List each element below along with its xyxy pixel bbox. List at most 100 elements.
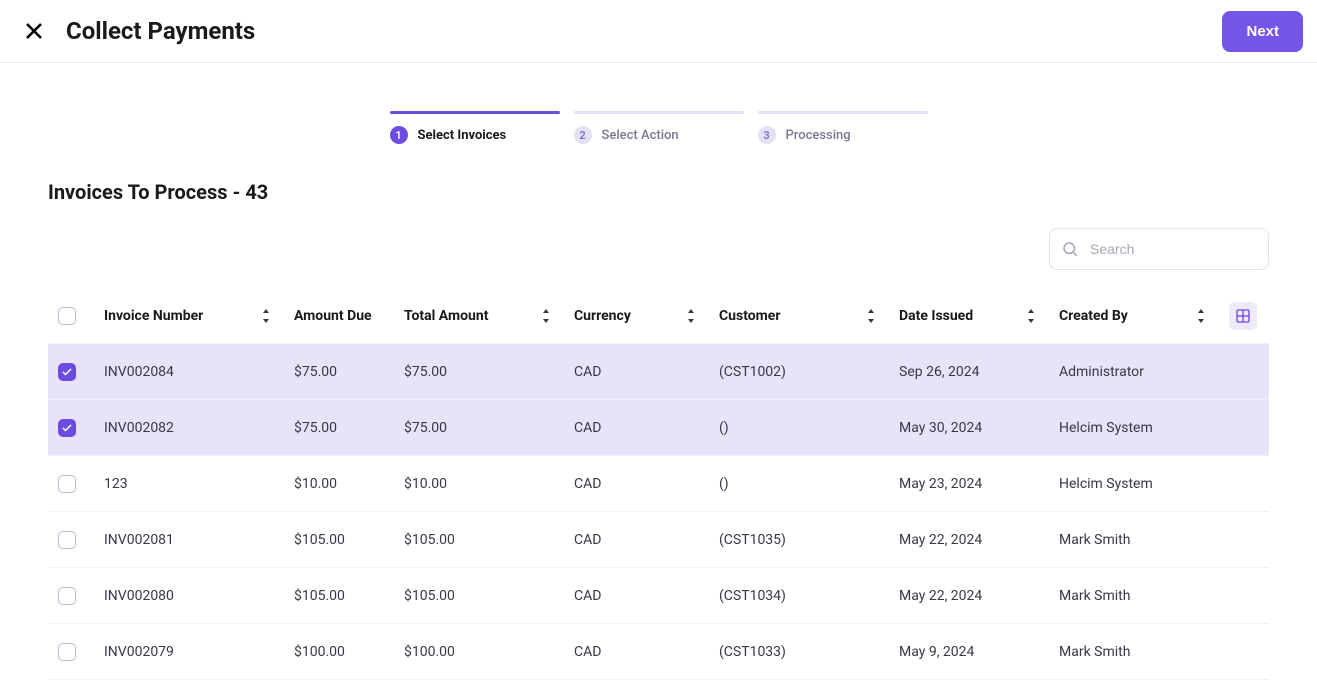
cell-date-issued: May 30, 2024 <box>899 420 1059 436</box>
table-row[interactable]: 123$10.00$10.00CAD()May 23, 2024Helcim S… <box>48 456 1269 512</box>
row-checkbox[interactable] <box>58 419 76 437</box>
cell-amount-due: $10.00 <box>294 476 404 492</box>
row-checkbox[interactable] <box>58 475 76 493</box>
select-all-cell <box>54 307 104 325</box>
page-title: Collect Payments <box>66 17 255 45</box>
step-number: 2 <box>574 126 592 144</box>
step-number: 1 <box>390 126 408 144</box>
checkbox-cell <box>54 531 104 549</box>
step-number: 3 <box>758 126 776 144</box>
stepper: 1 Select Invoices 2 Select Action 3 Proc… <box>0 111 1317 144</box>
cell-amount-due: $105.00 <box>294 588 404 604</box>
step-body: 2 Select Action <box>574 126 744 144</box>
next-button[interactable]: Next <box>1222 11 1303 52</box>
grid-icon <box>1235 308 1251 324</box>
cell-currency: CAD <box>574 476 719 492</box>
col-invoice-number[interactable]: Invoice Number <box>104 308 294 324</box>
step-bar <box>574 111 744 114</box>
cell-invoice-number: INV002079 <box>104 644 294 660</box>
col-currency[interactable]: Currency <box>574 308 719 324</box>
cell-date-issued: May 9, 2024 <box>899 644 1059 660</box>
cell-customer: (CST1033) <box>719 644 899 660</box>
cell-invoice-number: 123 <box>104 476 294 492</box>
cell-invoice-number: INV002084 <box>104 364 294 380</box>
col-date-issued[interactable]: Date Issued <box>899 308 1059 324</box>
table-row[interactable]: INV002079$100.00$100.00CAD(CST1033)May 9… <box>48 624 1269 680</box>
sort-icon <box>260 309 272 323</box>
col-total-amount[interactable]: Total Amount <box>404 308 574 324</box>
table-row[interactable]: INV002080$105.00$105.00CAD(CST1034)May 2… <box>48 568 1269 624</box>
close-icon <box>25 22 43 40</box>
cell-currency: CAD <box>574 364 719 380</box>
cell-amount-due: $105.00 <box>294 532 404 548</box>
step-label: Processing <box>786 128 851 143</box>
step-processing[interactable]: 3 Processing <box>758 111 928 144</box>
check-icon <box>61 422 73 434</box>
header: Collect Payments Next <box>0 0 1317 63</box>
column-settings-button[interactable] <box>1229 302 1257 330</box>
cell-customer: () <box>719 420 899 436</box>
cell-total-amount: $75.00 <box>404 420 574 436</box>
row-checkbox[interactable] <box>58 531 76 549</box>
table-row[interactable]: INV002082$75.00$75.00CAD()May 30, 2024He… <box>48 400 1269 456</box>
row-checkbox[interactable] <box>58 363 76 381</box>
checkbox-cell <box>54 363 104 381</box>
step-label: Select Action <box>602 128 679 143</box>
col-customer[interactable]: Customer <box>719 308 899 324</box>
cell-amount-due: $100.00 <box>294 644 404 660</box>
check-icon <box>61 366 73 378</box>
cell-total-amount: $10.00 <box>404 476 574 492</box>
step-bar <box>758 111 928 114</box>
col-label: Amount Due <box>294 308 372 324</box>
cell-currency: CAD <box>574 420 719 436</box>
checkbox-cell <box>54 419 104 437</box>
cell-date-issued: May 23, 2024 <box>899 476 1059 492</box>
table-row[interactable]: INV002081$105.00$105.00CAD(CST1035)May 2… <box>48 512 1269 568</box>
col-label: Invoice Number <box>104 308 203 324</box>
cell-currency: CAD <box>574 644 719 660</box>
sort-icon <box>1025 309 1037 323</box>
step-label: Select Invoices <box>418 128 507 143</box>
sort-icon <box>685 309 697 323</box>
invoice-table: Invoice Number Amount Due Total Amount C… <box>48 288 1269 680</box>
cell-total-amount: $105.00 <box>404 532 574 548</box>
header-left: Collect Payments <box>22 17 255 45</box>
step-select-action[interactable]: 2 Select Action <box>574 111 744 144</box>
close-button[interactable] <box>22 19 46 43</box>
cell-currency: CAD <box>574 532 719 548</box>
step-select-invoices[interactable]: 1 Select Invoices <box>390 111 560 144</box>
table-header: Invoice Number Amount Due Total Amount C… <box>48 288 1269 344</box>
cell-invoice-number: INV002081 <box>104 532 294 548</box>
checkbox-cell <box>54 587 104 605</box>
cell-customer: (CST1034) <box>719 588 899 604</box>
cell-amount-due: $75.00 <box>294 364 404 380</box>
select-all-checkbox[interactable] <box>58 307 76 325</box>
table-row[interactable]: INV002084$75.00$75.00CAD(CST1002)Sep 26,… <box>48 344 1269 400</box>
cell-created-by: Mark Smith <box>1059 532 1229 548</box>
cell-currency: CAD <box>574 588 719 604</box>
col-label: Total Amount <box>404 308 488 324</box>
col-label: Created By <box>1059 308 1128 324</box>
cell-customer: (CST1002) <box>719 364 899 380</box>
cell-date-issued: May 22, 2024 <box>899 588 1059 604</box>
col-amount-due[interactable]: Amount Due <box>294 308 404 324</box>
col-label: Date Issued <box>899 308 973 324</box>
search-row <box>48 228 1269 270</box>
cell-invoice-number: INV002082 <box>104 420 294 436</box>
cell-created-by: Mark Smith <box>1059 588 1229 604</box>
cell-customer: (CST1035) <box>719 532 899 548</box>
search-input[interactable] <box>1049 228 1269 270</box>
row-checkbox[interactable] <box>58 587 76 605</box>
row-checkbox[interactable] <box>58 643 76 661</box>
table-body: INV002084$75.00$75.00CAD(CST1002)Sep 26,… <box>48 344 1269 680</box>
cell-total-amount: $105.00 <box>404 588 574 604</box>
column-settings-cell <box>1229 302 1269 330</box>
section-title: Invoices To Process - 43 <box>48 180 1269 204</box>
checkbox-cell <box>54 643 104 661</box>
cell-total-amount: $100.00 <box>404 644 574 660</box>
col-created-by[interactable]: Created By <box>1059 308 1229 324</box>
cell-invoice-number: INV002080 <box>104 588 294 604</box>
col-label: Currency <box>574 308 631 324</box>
step-body: 1 Select Invoices <box>390 126 560 144</box>
checkbox-cell <box>54 475 104 493</box>
